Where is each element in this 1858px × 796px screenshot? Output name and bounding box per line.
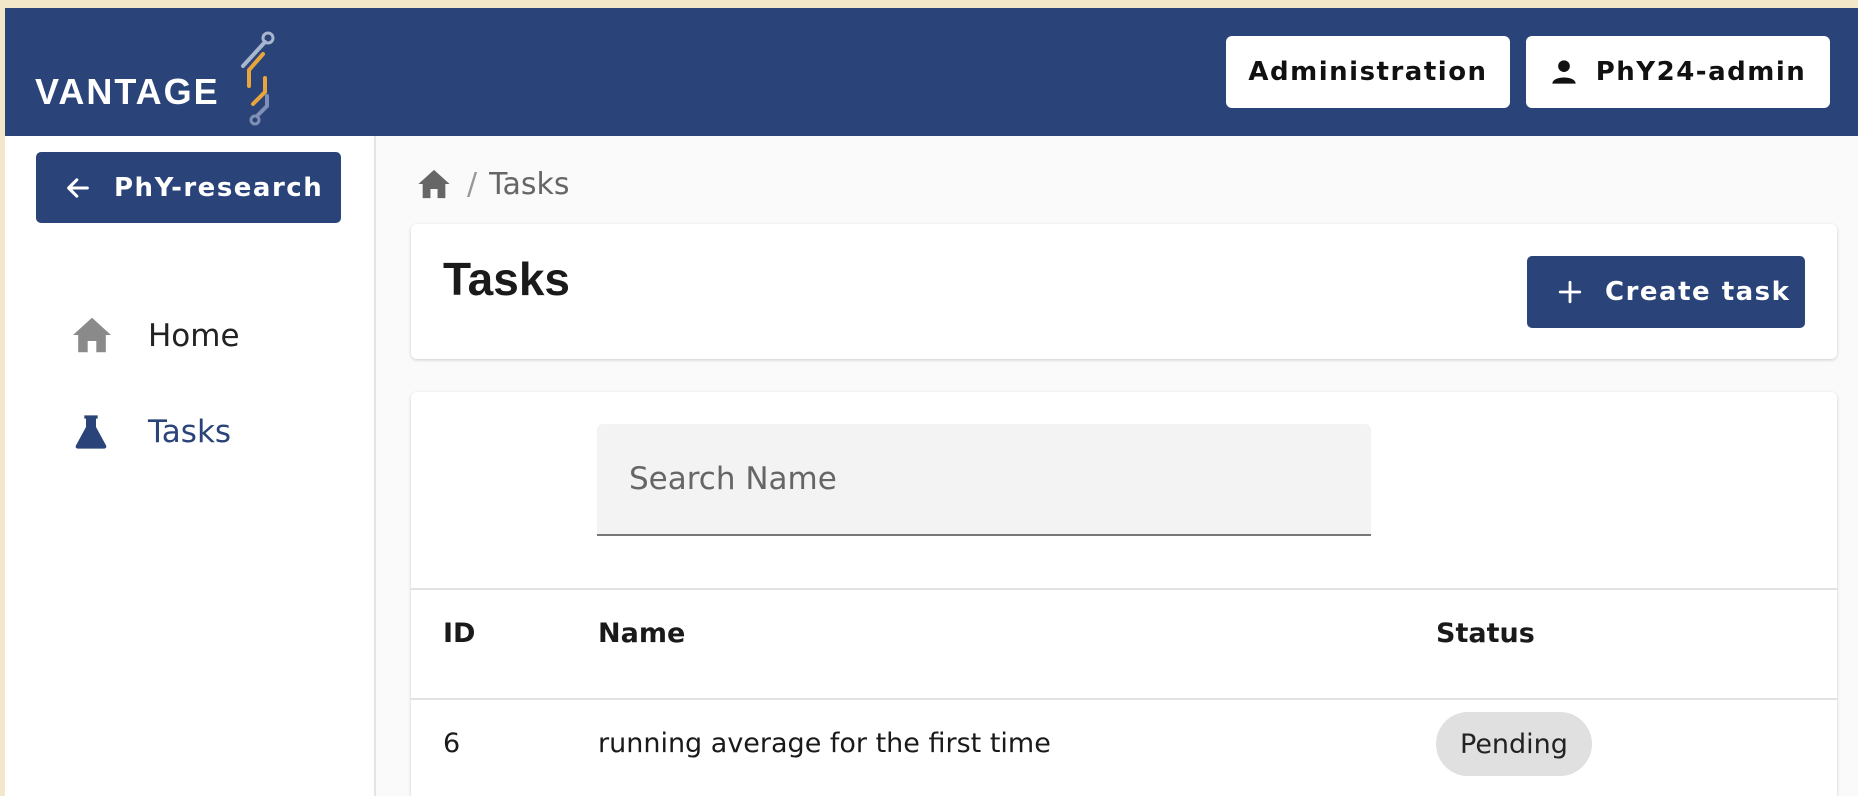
table-header-divider	[411, 698, 1837, 700]
column-header-id[interactable]: ID	[443, 618, 475, 649]
sidebar: PhY-research Home Tasks	[5, 136, 376, 796]
status-badge: Pending	[1436, 712, 1592, 776]
column-header-name[interactable]: Name	[598, 618, 685, 649]
create-task-label: Create task	[1605, 277, 1791, 307]
arrow-left-icon	[67, 177, 89, 198]
page-title: Tasks	[443, 253, 571, 305]
plus-icon	[1558, 280, 1582, 304]
administration-button[interactable]: Administration	[1226, 36, 1510, 108]
breadcrumb: / Tasks	[417, 164, 570, 204]
vantage-logo[interactable]: VANTAGE	[35, 22, 295, 132]
app-window: VANTAGE Administration PhY24-admin PhY-r…	[5, 8, 1858, 796]
user-menu-button[interactable]: PhY24-admin	[1526, 36, 1830, 108]
home-icon[interactable]	[417, 168, 451, 200]
logo-text: VANTAGE	[35, 71, 220, 112]
breadcrumb-current: Tasks	[489, 166, 570, 202]
cell-name: running average for the first time	[598, 728, 1051, 759]
page-header-card: Tasks Create task	[411, 224, 1837, 359]
logo-mark-icon	[241, 31, 275, 126]
column-header-status[interactable]: Status	[1436, 618, 1535, 649]
back-button-label: PhY-research	[114, 172, 324, 203]
search-field[interactable]	[597, 424, 1371, 536]
back-to-collaboration-button[interactable]: PhY-research	[36, 152, 341, 223]
search-input[interactable]	[597, 424, 1371, 534]
top-bar: VANTAGE Administration PhY24-admin	[5, 8, 1858, 136]
user-label: PhY24-admin	[1595, 57, 1807, 87]
cell-id: 6	[443, 728, 461, 759]
breadcrumb-separator: /	[467, 166, 478, 202]
sidebar-item-tasks-label: Tasks	[148, 414, 232, 450]
person-icon	[1552, 60, 1576, 84]
sidebar-item-tasks[interactable]: Tasks	[5, 392, 374, 472]
administration-label: Administration	[1248, 57, 1488, 87]
sidebar-item-home-label: Home	[148, 318, 240, 354]
table-divider	[411, 588, 1837, 590]
create-task-button[interactable]: Create task	[1527, 256, 1805, 328]
sidebar-item-home[interactable]: Home	[5, 296, 374, 376]
tasks-table-card: ID Name Status 6 running average for the…	[411, 392, 1837, 796]
home-icon	[73, 317, 111, 353]
flask-icon	[75, 415, 107, 449]
